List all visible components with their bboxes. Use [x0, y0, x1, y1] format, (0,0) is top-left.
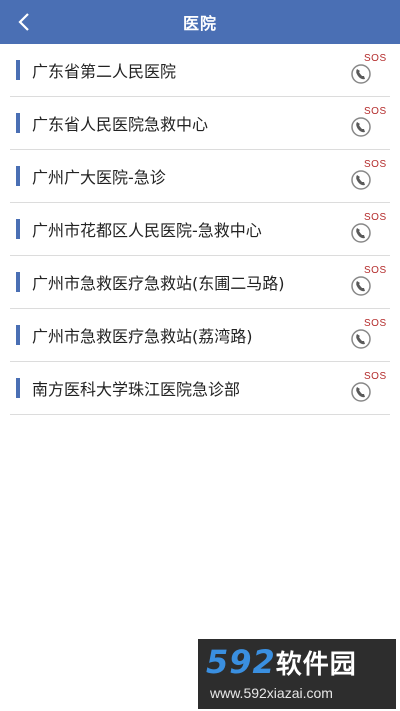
back-button[interactable]: [8, 6, 40, 38]
hospital-name: 广东省第二人民医院: [32, 62, 177, 81]
top-bar: 医院: [0, 0, 400, 44]
phone-icon: [351, 64, 371, 84]
row-marker: [16, 272, 20, 292]
row-marker: [16, 113, 20, 133]
hospital-name: 广州市花都区人民医院-急救中心: [32, 221, 262, 240]
sos-call-button[interactable]: SOS: [350, 212, 386, 246]
watermark-logo-number: 592: [206, 643, 276, 681]
hospital-row[interactable]: 广州市急救医疗急救站(东圃二马路) SOS: [10, 256, 390, 309]
hospital-name: 广州市急救医疗急救站(东圃二马路): [32, 274, 285, 293]
phone-icon: [351, 276, 371, 296]
sos-call-button[interactable]: SOS: [350, 265, 386, 299]
sos-call-button[interactable]: SOS: [350, 371, 386, 405]
page-title: 医院: [182, 14, 217, 33]
watermark-logo-text: 软件园: [275, 650, 357, 680]
row-marker: [16, 60, 20, 80]
phone-icon: [351, 117, 371, 137]
phone-icon: [351, 223, 371, 243]
row-marker: [16, 219, 20, 239]
hospital-row[interactable]: 广东省第二人民医院 SOS: [10, 44, 390, 97]
hospital-row[interactable]: 南方医科大学珠江医院急诊部 SOS: [10, 362, 390, 415]
hospital-name: 广州市急救医疗急救站(荔湾路): [32, 327, 253, 346]
hospital-list: 广东省第二人民医院 SOS 广东省人民医院急救中心 SOS 广州广大医院-急诊 …: [10, 44, 390, 415]
hospital-name: 广州广大医院-急诊: [32, 168, 166, 187]
phone-icon: [351, 382, 371, 402]
chevron-left-icon: [18, 13, 29, 31]
watermark-url: www.592xiazai.com: [210, 685, 333, 701]
watermark-logo: 592软件园: [206, 643, 357, 681]
sos-call-button[interactable]: SOS: [350, 53, 386, 87]
hospital-row[interactable]: 广州广大医院-急诊 SOS: [10, 150, 390, 203]
sos-call-button[interactable]: SOS: [350, 318, 386, 352]
sos-call-button[interactable]: SOS: [350, 106, 386, 140]
row-marker: [16, 378, 20, 398]
phone-icon: [351, 329, 371, 349]
row-marker: [16, 166, 20, 186]
row-marker: [16, 325, 20, 345]
hospital-name: 广东省人民医院急救中心: [32, 115, 209, 134]
phone-icon: [351, 170, 371, 190]
sos-call-button[interactable]: SOS: [350, 159, 386, 193]
hospital-row[interactable]: 广东省人民医院急救中心 SOS: [10, 97, 390, 150]
hospital-row[interactable]: 广州市花都区人民医院-急救中心 SOS: [10, 203, 390, 256]
hospital-row[interactable]: 广州市急救医疗急救站(荔湾路) SOS: [10, 309, 390, 362]
site-watermark: 592软件园 www.592xiazai.com: [198, 639, 396, 709]
hospital-name: 南方医科大学珠江医院急诊部: [32, 380, 241, 399]
